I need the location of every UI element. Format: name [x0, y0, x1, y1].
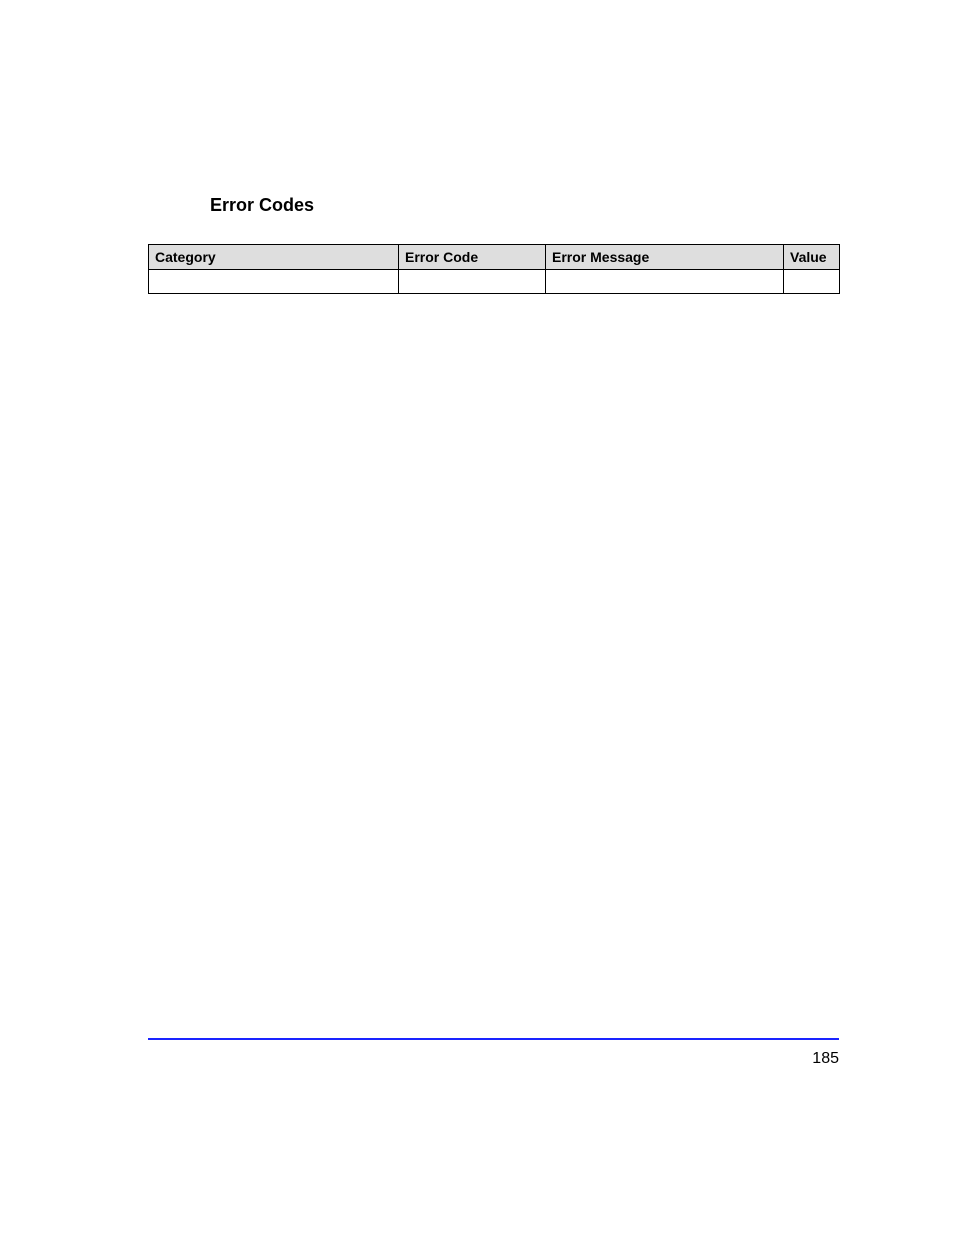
cell-error-code: [399, 270, 546, 294]
header-value: Value: [784, 245, 840, 270]
table-header-row: Category Error Code Error Message Value: [149, 245, 840, 270]
error-codes-table: Category Error Code Error Message Value: [148, 244, 840, 294]
table-row: [149, 270, 840, 294]
footer-rule: [148, 1038, 839, 1040]
cell-value: [784, 270, 840, 294]
cell-category: [149, 270, 399, 294]
page-number: 185: [812, 1050, 839, 1068]
section-title: Error Codes: [210, 195, 314, 216]
cell-error-message: [546, 270, 784, 294]
page: Error Codes Category Error Code Error Me…: [0, 0, 954, 1235]
header-error-message: Error Message: [546, 245, 784, 270]
header-error-code: Error Code: [399, 245, 546, 270]
header-category: Category: [149, 245, 399, 270]
